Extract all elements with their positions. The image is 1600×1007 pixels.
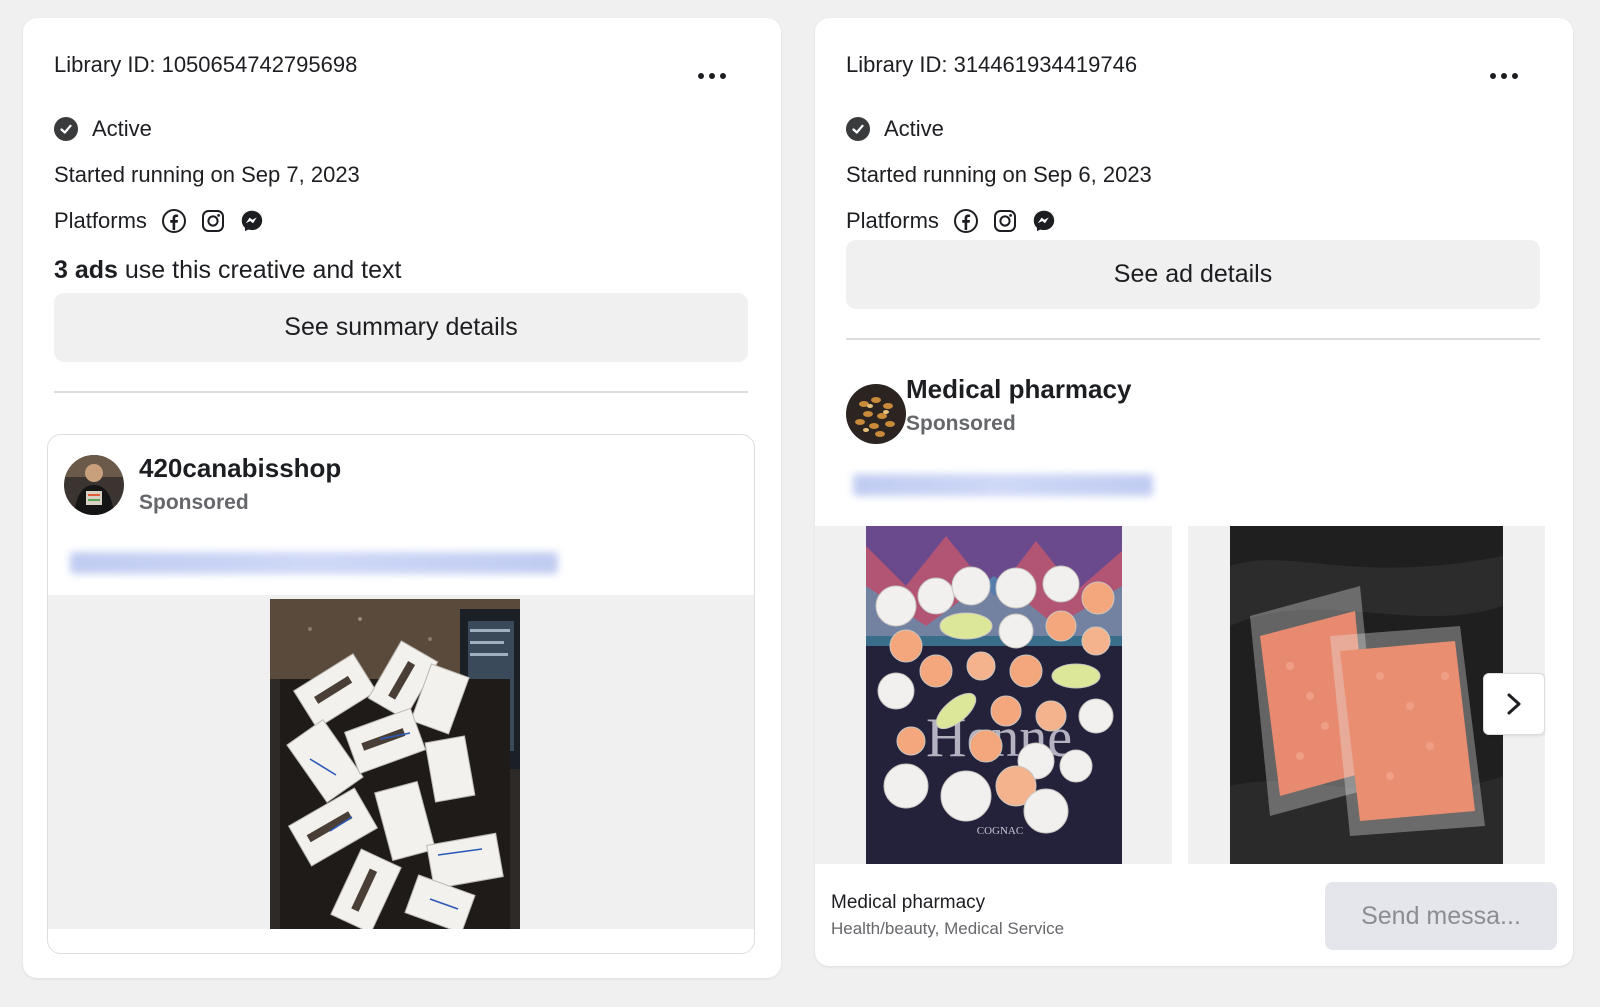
library-id: Library ID: 314461934419746 [846,52,1138,77]
status-row: Active [54,116,152,142]
blurred-link[interactable] [70,552,558,574]
started-running-text: Started running on Sep 6, 2023 [846,162,1152,187]
facebook-icon [161,208,187,234]
more-dot-icon [709,73,715,79]
more-options-button[interactable] [1487,66,1521,86]
ads-count-bold: 3 ads [54,256,118,284]
image-caption: COGNAC [977,825,1023,837]
divider [846,338,1540,340]
see-summary-details-button[interactable]: See summary details [54,293,748,362]
carousel-slide[interactable]: Henne COGNAC [815,526,1172,864]
more-dot-icon [720,73,726,79]
footer-category: Health/beauty, Medical Service [831,919,1065,938]
carousel-next-button[interactable] [1483,673,1545,735]
image-carousel: Henne COGNAC [815,526,1560,864]
send-message-button[interactable]: Send messa... [1325,882,1557,950]
more-dot-icon [1501,73,1507,79]
more-dot-icon [1512,73,1518,79]
check-circle-icon [846,117,870,141]
more-dot-icon [1490,73,1496,79]
messenger-icon [239,208,265,234]
instagram-icon [200,208,226,234]
avatar[interactable] [64,455,124,515]
ads-count-text: 3 ads use this creative and text [54,256,401,285]
status-text: Active [884,116,944,141]
more-options-button[interactable] [695,66,729,86]
check-circle-icon [54,117,78,141]
facebook-icon [953,208,979,234]
platforms-row: Platforms [846,208,1070,234]
ad-preview: 420canabisshop Sponsored [47,434,755,954]
cards-photo[interactable] [270,599,520,929]
ad-image-area [48,595,754,929]
sponsored-label: Sponsored [139,491,249,514]
instagram-icon [992,208,1018,234]
chevron-right-icon [1507,693,1521,715]
library-id: Library ID: 1050654742795698 [54,52,358,77]
avatar[interactable] [846,384,906,444]
ad-card-right: Library ID: 314461934419746 Active Start… [815,18,1573,966]
ads-count-rest: use this creative and text [117,256,402,284]
advertiser-name[interactable]: 420canabisshop [139,453,341,484]
advertiser-name[interactable]: Medical pharmacy [906,374,1131,405]
more-dot-icon [698,73,704,79]
ad-card-left: Library ID: 1050654742795698 Active Star… [23,18,781,978]
divider [54,391,748,393]
see-ad-details-button[interactable]: See ad details [846,240,1540,309]
status-row: Active [846,116,944,142]
messenger-icon [1031,208,1057,234]
blurred-link[interactable] [853,474,1153,496]
footer-advertiser-name: Medical pharmacy [831,892,986,913]
bags-photo [1230,526,1503,864]
sponsored-label: Sponsored [906,412,1016,435]
platforms-label: Platforms [54,208,147,233]
platforms-label: Platforms [846,208,939,233]
platforms-row: Platforms [54,208,278,234]
status-text: Active [92,116,152,141]
started-running-text: Started running on Sep 7, 2023 [54,162,360,187]
pills-photo: Henne COGNAC [866,526,1122,864]
